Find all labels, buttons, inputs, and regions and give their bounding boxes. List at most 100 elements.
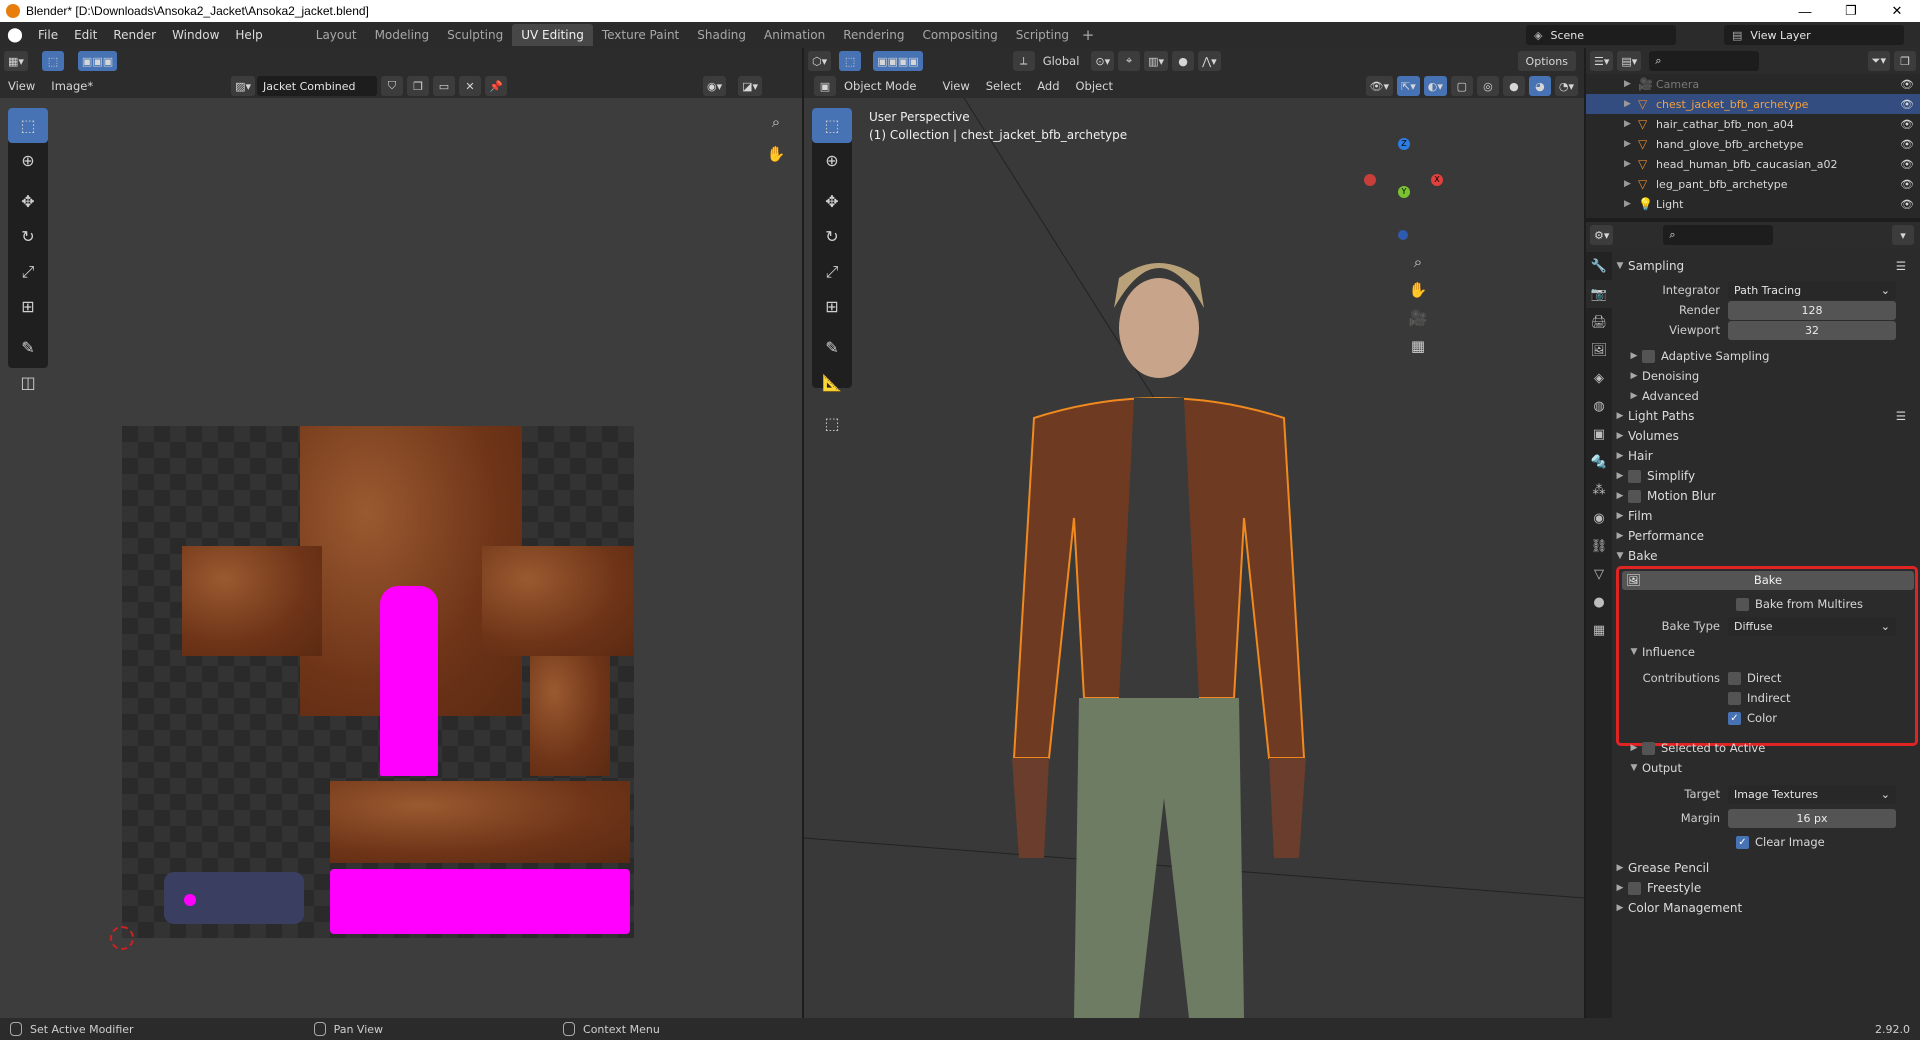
presets-list-icon[interactable]: ☰ — [1896, 259, 1906, 273]
subpanel-adaptive-sampling[interactable]: ▶ Adaptive Sampling — [1612, 346, 1920, 366]
output-tab-icon[interactable]: 🖨 — [1586, 308, 1612, 336]
snap-icon[interactable]: ⌖ — [1118, 51, 1141, 71]
uv-menu-view[interactable]: View — [0, 79, 43, 93]
tab-animation[interactable]: Animation — [755, 24, 834, 46]
panel-grease-pencil[interactable]: ▶ Grease Pencil — [1612, 858, 1920, 878]
bake-button[interactable]: 🖼 Bake — [1622, 570, 1914, 590]
physics-tab-icon[interactable]: ◉ — [1586, 504, 1612, 532]
new-image-icon[interactable]: ❐ — [407, 76, 429, 96]
clear-image-checkbox[interactable]: ✓ — [1736, 835, 1749, 849]
panel-bake-header[interactable]: ▼ Bake — [1612, 546, 1920, 566]
minimize-button[interactable]: — — [1782, 0, 1828, 22]
visibility-eye-icon[interactable]: 👁 — [1900, 198, 1920, 211]
transform-tool-icon[interactable]: ⊞ — [8, 289, 48, 324]
visibility-eye-icon[interactable]: 👁 — [1900, 138, 1920, 151]
subpanel-advanced[interactable]: ▶ Advanced — [1612, 386, 1920, 406]
tool-tab-icon[interactable]: 🔧 — [1586, 252, 1612, 280]
expand-arrow-icon[interactable]: ▶ — [1624, 119, 1638, 129]
blender-logo-icon[interactable]: ⬤ — [0, 27, 30, 43]
rotate-tool-icon[interactable]: ↻ — [8, 219, 48, 254]
tab-modeling[interactable]: Modeling — [366, 24, 439, 46]
constraints-tab-icon[interactable]: ⛓ — [1586, 532, 1612, 560]
viewport-select-box-icon[interactable]: ▣▣▣▣ — [873, 51, 923, 71]
expand-arrow-icon[interactable]: ▶ — [1624, 79, 1638, 89]
panel-motion-blur[interactable]: ▶ Motion Blur — [1612, 486, 1920, 506]
rip-tool-icon[interactable]: ◫ — [8, 365, 48, 400]
integrator-dropdown[interactable]: Path Tracing ⌄ — [1728, 280, 1896, 300]
move-tool-icon[interactable]: ✥ — [8, 184, 48, 219]
outliner-row[interactable]: ▶ ▽ leg_pant_bfb_archetype 👁 — [1586, 174, 1920, 194]
scene-tab-icon[interactable]: ◈ — [1586, 364, 1612, 392]
object-mode-icon[interactable]: ▣ — [814, 76, 836, 96]
modifier-tab-icon[interactable]: 🔩 — [1586, 448, 1612, 476]
fake-user-shield-icon[interactable]: ⛉ — [381, 76, 403, 96]
bake-from-multires-checkbox[interactable] — [1736, 597, 1749, 611]
expand-arrow-icon[interactable]: ▶ — [1624, 139, 1638, 149]
object-mode-dropdown[interactable]: Object Mode — [836, 79, 924, 93]
panel-light-paths[interactable]: ▶ Light Paths ☰ — [1612, 406, 1920, 426]
tab-layout[interactable]: Layout — [307, 24, 366, 46]
margin-field[interactable]: 16 px — [1728, 808, 1896, 828]
select-box-tool-icon[interactable]: ⬚ — [8, 108, 48, 143]
material-tab-icon[interactable]: ● — [1586, 588, 1612, 616]
unlink-image-icon[interactable]: ✕ — [459, 76, 481, 96]
uv-canvas[interactable]: ⌕ ✋ — [0, 98, 802, 1018]
cursor-tool-icon[interactable]: ⊕ — [8, 143, 48, 178]
viewport-menu-select[interactable]: Select — [978, 79, 1029, 93]
vp-annotate-tool-icon[interactable]: ✎ — [812, 330, 852, 365]
direct-checkbox[interactable] — [1728, 671, 1741, 685]
ortho-grid-icon[interactable]: ▦ — [1406, 334, 1430, 358]
panel-color-management[interactable]: ▶ Color Management — [1612, 898, 1920, 918]
zoom-icon[interactable]: ⌕ — [764, 110, 788, 134]
select-mode-icon[interactable]: ⬚ — [41, 51, 64, 71]
tab-rendering[interactable]: Rendering — [834, 24, 913, 46]
image-browse-icon[interactable]: ▨▾ — [231, 76, 255, 96]
target-dropdown[interactable]: Image Textures ⌄ — [1728, 784, 1896, 804]
panel-film[interactable]: ▶ Film — [1612, 506, 1920, 526]
gizmo-z-axis[interactable]: Z — [1398, 138, 1410, 150]
outliner-display-mode-icon[interactable]: ▤▾ — [1617, 51, 1642, 71]
subpanel-denoising[interactable]: ▶ Denoising — [1612, 366, 1920, 386]
character-model[interactable] — [804, 98, 1584, 1018]
shading-wireframe-icon[interactable]: ◎ — [1476, 76, 1499, 96]
expand-arrow-icon[interactable]: ▶ — [1624, 159, 1638, 169]
subpanel-selected-to-active[interactable]: ▶ Selected to Active — [1612, 738, 1920, 758]
filter-icon[interactable]: ⏷▾ — [1867, 51, 1890, 71]
bake-from-multires-row[interactable]: Bake from Multires — [1612, 594, 1920, 614]
viewport-pan-hand-icon[interactable]: ✋ — [1406, 278, 1430, 302]
menu-window[interactable]: Window — [164, 22, 227, 48]
expand-arrow-icon[interactable]: ▶ — [1624, 179, 1638, 189]
pivot-icon[interactable]: ⊙▾ — [1091, 51, 1115, 71]
orientation-dropdown[interactable]: Global — [1035, 54, 1088, 68]
viewport-menu-view[interactable]: View — [934, 79, 977, 93]
shading-rendered-icon[interactable]: ◔▾ — [1554, 76, 1578, 96]
world-tab-icon[interactable]: ◍ — [1586, 392, 1612, 420]
freestyle-checkbox[interactable] — [1628, 881, 1641, 895]
panel-simplify[interactable]: ▶ Simplify — [1612, 466, 1920, 486]
menu-render[interactable]: Render — [105, 22, 164, 48]
bake-type-dropdown[interactable]: Diffuse ⌄ — [1728, 616, 1896, 636]
navigation-gizmo[interactable]: Z X Y — [1364, 138, 1464, 248]
tab-shading[interactable]: Shading — [688, 24, 755, 46]
menu-edit[interactable]: Edit — [66, 22, 105, 48]
tab-texture-paint[interactable]: Texture Paint — [593, 24, 688, 46]
vp-add-cube-tool-icon[interactable]: ⬚ — [812, 406, 852, 441]
vp-select-box-tool-icon[interactable]: ⬚ — [812, 108, 852, 143]
tab-scripting[interactable]: Scripting — [1007, 24, 1078, 46]
gizmo-neg-x[interactable] — [1364, 174, 1376, 186]
object-tab-icon[interactable]: ▣ — [1586, 420, 1612, 448]
motion-blur-checkbox[interactable] — [1628, 489, 1641, 503]
selected-to-active-checkbox[interactable] — [1642, 741, 1655, 755]
vp-cursor-tool-icon[interactable]: ⊕ — [812, 143, 852, 178]
adaptive-sampling-checkbox[interactable] — [1642, 349, 1655, 363]
outliner-row[interactable]: ▶ 🎥 Camera 👁 — [1586, 74, 1920, 94]
particles-tab-icon[interactable]: ⁂ — [1586, 476, 1612, 504]
visibility-eye-icon[interactable]: 👁 — [1900, 178, 1920, 191]
outliner-row[interactable]: ▶ ▽ hair_cathar_bfb_non_a04 👁 — [1586, 114, 1920, 134]
subpanel-output[interactable]: ▼ Output — [1612, 758, 1920, 778]
viewport-menu-object[interactable]: Object — [1068, 79, 1121, 93]
outliner-row[interactable]: ▶ ▽ chest_jacket_bfb_archetype 👁 — [1586, 94, 1920, 114]
orientation-icon[interactable]: ⟂ — [1012, 51, 1035, 71]
presets-list-icon[interactable]: ☰ — [1896, 409, 1906, 423]
gizmo-y-axis[interactable]: Y — [1398, 186, 1410, 198]
